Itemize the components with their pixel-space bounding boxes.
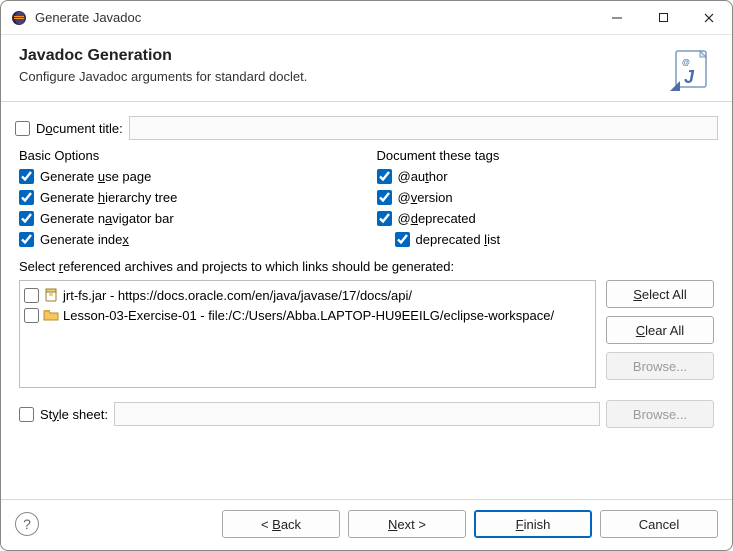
finish-button[interactable]: Finish xyxy=(474,510,592,538)
list-item[interactable]: jrt-fs.jar - https://docs.oracle.com/en/… xyxy=(24,285,596,305)
tag-deprecated-label: @deprecated xyxy=(398,211,476,226)
doc-tags-group: Document these tags @author @version @de… xyxy=(377,148,715,247)
document-title-checkbox[interactable] xyxy=(15,121,30,136)
tag-version-checkbox[interactable] xyxy=(377,190,392,205)
opt-navigator-bar-checkbox[interactable] xyxy=(19,211,34,226)
tag-deprecated: @deprecated xyxy=(377,211,715,226)
stylesheet-label: Style sheet: xyxy=(40,407,108,422)
tag-version: @version xyxy=(377,190,715,205)
basic-options-legend: Basic Options xyxy=(19,148,99,163)
referenced-browse-button[interactable]: Browse... xyxy=(606,352,714,380)
tag-author: @author xyxy=(377,169,715,184)
tag-author-label: @author xyxy=(398,169,448,184)
window-controls xyxy=(594,1,732,35)
select-all-button[interactable]: Select All xyxy=(606,280,714,308)
project-folder-icon xyxy=(43,307,59,323)
next-button[interactable]: Next > xyxy=(348,510,466,538)
titlebar: Generate Javadoc xyxy=(1,1,732,35)
opt-index-checkbox[interactable] xyxy=(19,232,34,247)
window-title: Generate Javadoc xyxy=(35,10,594,25)
tag-deprecated-checkbox[interactable] xyxy=(377,211,392,226)
tag-author-checkbox[interactable] xyxy=(377,169,392,184)
opt-index-label: Generate index xyxy=(40,232,129,247)
stylesheet-checkbox[interactable] xyxy=(19,407,34,422)
ref-item-text: jrt-fs.jar - https://docs.oracle.com/en/… xyxy=(63,288,412,303)
maximize-button[interactable] xyxy=(640,1,686,35)
ref-item-checkbox[interactable] xyxy=(24,288,39,303)
back-button[interactable]: < Back xyxy=(222,510,340,538)
opt-hierarchy-tree-label: Generate hierarchy tree xyxy=(40,190,177,205)
javadoc-icon: @ J xyxy=(670,47,714,91)
clear-all-button[interactable]: Clear All xyxy=(606,316,714,344)
tag-deprecated-list: deprecated list xyxy=(395,232,715,247)
list-item[interactable]: Lesson-03-Exercise-01 - file:/C:/Users/A… xyxy=(24,305,596,325)
opt-hierarchy-tree: Generate hierarchy tree xyxy=(19,190,357,205)
jar-icon xyxy=(43,287,59,303)
wizard-banner: Javadoc Generation Configure Javadoc arg… xyxy=(1,35,732,102)
opt-hierarchy-tree-checkbox[interactable] xyxy=(19,190,34,205)
help-button[interactable]: ? xyxy=(15,512,39,536)
opt-navigator-bar-label: Generate navigator bar xyxy=(40,211,174,226)
banner-heading: Javadoc Generation xyxy=(19,47,660,65)
opt-index: Generate index xyxy=(19,232,357,247)
document-title-input[interactable] xyxy=(129,116,718,140)
stylesheet-input[interactable] xyxy=(114,402,600,426)
ref-item-checkbox[interactable] xyxy=(24,308,39,323)
doc-tags-legend: Document these tags xyxy=(377,148,500,163)
document-title-label: Document title: xyxy=(36,121,123,136)
stylesheet-row: Style sheet: Browse... xyxy=(19,400,714,428)
svg-text:@: @ xyxy=(682,58,690,67)
stylesheet-browse-button[interactable]: Browse... xyxy=(606,400,714,428)
cancel-button[interactable]: Cancel xyxy=(600,510,718,538)
tag-deprecated-list-checkbox[interactable] xyxy=(395,232,410,247)
minimize-button[interactable] xyxy=(594,1,640,35)
document-title-row: Document title: xyxy=(15,116,718,140)
svg-text:J: J xyxy=(684,67,695,87)
opt-use-page-checkbox[interactable] xyxy=(19,169,34,184)
ref-item-text: Lesson-03-Exercise-01 - file:/C:/Users/A… xyxy=(63,308,554,323)
wizard-footer: ? < Back Next > Finish Cancel xyxy=(1,499,732,550)
close-button[interactable] xyxy=(686,1,732,35)
opt-use-page-label: Generate use page xyxy=(40,169,151,184)
banner-subtitle: Configure Javadoc arguments for standard… xyxy=(19,69,660,84)
referenced-list[interactable]: jrt-fs.jar - https://docs.oracle.com/en/… xyxy=(19,280,596,388)
opt-use-page: Generate use page xyxy=(19,169,357,184)
eclipse-icon xyxy=(11,10,27,26)
basic-options-group: Basic Options Generate use page Generate… xyxy=(19,148,357,247)
wizard-content: Document title: Basic Options Generate u… xyxy=(1,102,732,499)
referenced-label: Select referenced archives and projects … xyxy=(19,259,714,274)
tag-deprecated-list-label: deprecated list xyxy=(416,232,501,247)
tag-version-label: @version xyxy=(398,190,453,205)
opt-navigator-bar: Generate navigator bar xyxy=(19,211,357,226)
